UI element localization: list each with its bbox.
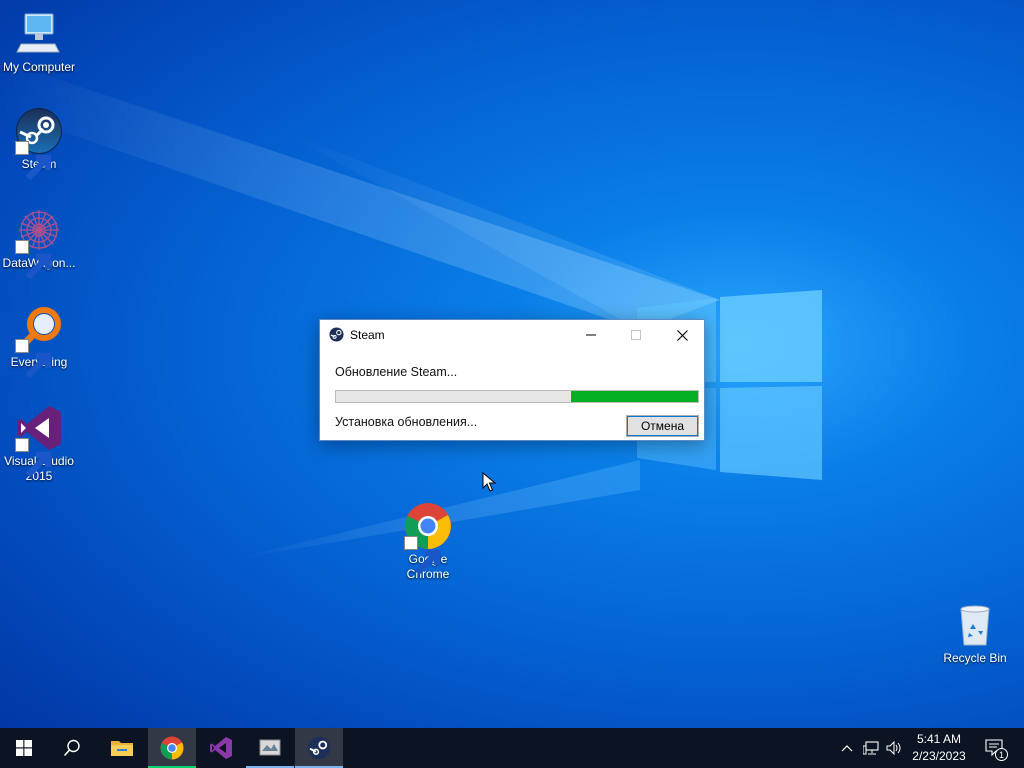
dialog-title: Steam — [350, 328, 385, 342]
steam-icon — [329, 327, 344, 342]
progress-fill — [571, 391, 698, 402]
taskbar-visual-studio[interactable] — [197, 728, 245, 768]
windows-logo-icon — [16, 740, 32, 756]
computer-icon — [15, 10, 63, 58]
mouse-cursor-icon — [482, 472, 496, 492]
taskbar: 5:41 AM 2/23/2023 1 — [0, 728, 1024, 768]
desktop-icon-label: My Computer — [2, 60, 76, 74]
desktop-icon-recycle-bin[interactable]: Recycle Bin — [936, 601, 1014, 666]
shortcut-arrow-icon — [15, 141, 52, 181]
cancel-button[interactable]: Отмена — [626, 415, 699, 437]
search-icon — [63, 739, 80, 757]
desktop-icon-datawagon[interactable]: DataWagon... — [0, 206, 78, 280]
shortcut-arrow-icon — [15, 438, 52, 478]
folder-icon — [111, 741, 133, 756]
visual-studio-icon — [210, 737, 232, 759]
update-substatus-text: Установка обновления... — [335, 415, 478, 429]
action-center-button[interactable]: 1 — [982, 738, 1008, 761]
notification-count-badge: 1 — [995, 748, 1008, 761]
desktop-icon-google-chrome[interactable]: Google Chrome — [389, 502, 467, 582]
recycle-bin-icon — [951, 601, 999, 649]
desktop-icon-everything[interactable]: Everything — [0, 305, 78, 379]
network-button[interactable] — [861, 738, 881, 758]
shortcut-arrow-icon — [15, 339, 52, 379]
search-button[interactable] — [48, 728, 96, 768]
taskbar-clock[interactable]: 5:41 AM 2/23/2023 — [906, 731, 972, 765]
desktop-icon-visual-studio[interactable]: Visual Studio 2015 — [0, 404, 78, 484]
datawagon-icon — [259, 739, 281, 756]
minimize-icon — [586, 334, 596, 336]
shortcut-arrow-icon — [15, 240, 52, 280]
close-button[interactable] — [659, 320, 705, 350]
everything-icon — [15, 305, 63, 379]
clock-date: 2/23/2023 — [912, 749, 966, 763]
taskbar-steam[interactable] — [295, 728, 343, 768]
steam-icon — [15, 107, 63, 181]
taskbar-file-explorer[interactable] — [98, 728, 146, 768]
clock-time: 5:41 AM — [916, 732, 962, 746]
dialog-title-bar[interactable]: Steam — [320, 320, 704, 350]
datawagon-icon — [15, 206, 63, 280]
update-status-text: Обновление Steam... — [335, 365, 458, 379]
close-icon — [677, 330, 688, 341]
volume-icon — [886, 741, 901, 755]
steam-update-dialog: Steam Обновление Steam... Установка обно… — [319, 319, 705, 441]
show-hidden-icons-button[interactable] — [837, 738, 857, 758]
maximize-icon — [631, 330, 641, 340]
desktop-icon-label: Recycle Bin — [943, 651, 1007, 665]
taskbar-datawagon[interactable] — [246, 728, 294, 768]
taskbar-chrome[interactable] — [148, 728, 196, 768]
chrome-icon — [160, 736, 184, 760]
start-button[interactable] — [0, 728, 48, 768]
chevron-up-icon — [841, 745, 853, 752]
volume-button[interactable] — [884, 738, 904, 758]
steam-icon — [307, 736, 331, 760]
update-progress-bar — [335, 390, 699, 403]
desktop-icon-my-computer[interactable]: My Computer — [0, 10, 78, 75]
minimize-button[interactable] — [568, 320, 614, 350]
maximize-button[interactable] — [613, 320, 659, 350]
visual-studio-icon — [15, 404, 63, 478]
shortcut-arrow-icon — [404, 536, 441, 576]
chrome-icon — [404, 502, 452, 576]
network-icon — [863, 741, 879, 755]
desktop-icon-steam[interactable]: Steam — [0, 107, 78, 181]
